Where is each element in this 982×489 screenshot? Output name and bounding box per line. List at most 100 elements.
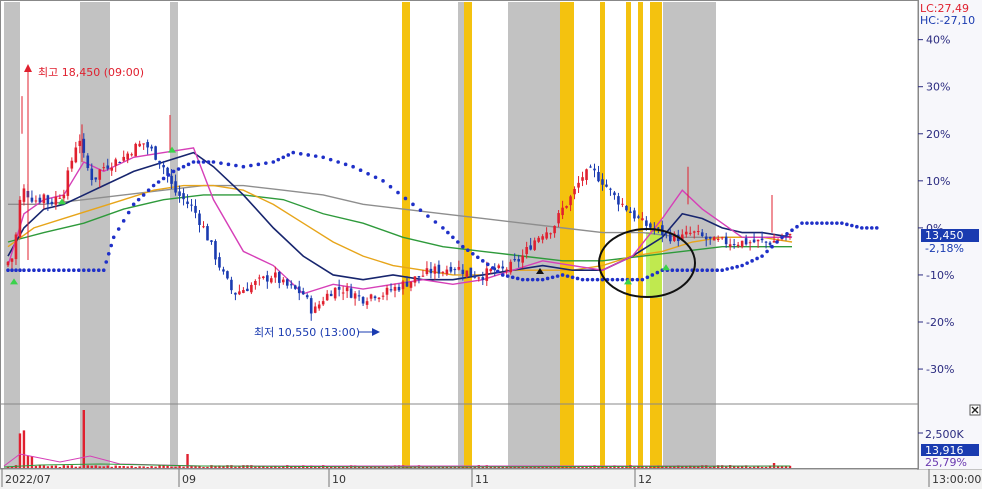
candle-body — [278, 271, 281, 283]
sar-dot — [850, 223, 854, 228]
sar-dot — [815, 221, 819, 225]
high-arrow-icon — [24, 64, 32, 72]
candle-body — [270, 278, 273, 283]
candle-body — [605, 184, 608, 187]
candle-body — [441, 271, 445, 273]
candle-body — [214, 241, 217, 260]
candle-body — [62, 194, 66, 199]
sar-dot — [645, 275, 650, 280]
candle-body — [437, 264, 441, 274]
sar-dot — [500, 273, 505, 277]
sar-dot — [286, 153, 291, 157]
sar-dot — [403, 196, 408, 201]
sar-dot — [276, 157, 281, 162]
sar-dot — [10, 268, 14, 273]
sar-dot — [196, 160, 201, 164]
volume-bar — [102, 466, 105, 468]
sar-dot — [77, 268, 81, 273]
candle-body — [341, 292, 345, 294]
sar-dot — [116, 227, 121, 231]
sar-dot — [745, 261, 749, 265]
yellow-band — [600, 2, 605, 468]
candle-body — [126, 153, 129, 160]
sar-dot — [520, 277, 525, 282]
candle-body — [138, 143, 141, 147]
volume-bar — [170, 466, 173, 468]
volume-bar — [565, 466, 568, 468]
candle-body — [581, 177, 584, 181]
volume-bar — [752, 466, 756, 468]
sar-dot — [620, 277, 625, 282]
stock-chart[interactable]: 40% 30% 20% 10% 0% -10% -20% -30% 2022/07 09 10 11… — [0, 0, 982, 489]
sar-dot — [595, 277, 600, 282]
candle-body — [525, 246, 528, 255]
candle-body — [421, 275, 425, 277]
candle-body — [708, 236, 712, 239]
sar-dot — [655, 270, 660, 275]
volume-bar — [94, 465, 97, 468]
candle-body — [202, 226, 205, 228]
volume-bar — [150, 466, 153, 468]
sar-dot — [121, 219, 126, 223]
candle-body — [509, 261, 513, 273]
sar-dot — [166, 173, 171, 177]
x-tick-label: 12 — [638, 473, 652, 486]
y-tick-label: -30% — [926, 363, 954, 376]
candle-body — [170, 175, 173, 184]
sar-dot — [206, 160, 211, 164]
sar-dot — [256, 162, 261, 167]
candle-body — [42, 194, 46, 204]
candle-body — [417, 276, 421, 278]
sar-dot — [131, 202, 136, 207]
volume-bar — [126, 466, 129, 468]
sar-dot — [461, 244, 465, 249]
close-button[interactable] — [969, 404, 981, 416]
candle-body — [162, 164, 165, 168]
volume-bar — [90, 465, 93, 468]
candle-body — [688, 232, 692, 234]
candle-body — [90, 168, 94, 181]
sar-dot — [298, 151, 303, 156]
sar-dot — [565, 274, 570, 278]
sar-dot — [845, 222, 849, 227]
sar-dot — [830, 221, 834, 225]
candle-body — [353, 293, 357, 299]
candle-body — [557, 213, 560, 224]
candle-body — [377, 297, 381, 300]
candle-body — [18, 199, 22, 237]
chart-canvas[interactable]: 40%30%20%10%0%-10%-20%-30% 2022/07 09 10 11… — [0, 0, 982, 489]
sar-dot — [18, 268, 22, 273]
volume-bar — [22, 430, 26, 468]
sar-dot — [550, 275, 555, 280]
candle-body — [118, 162, 122, 164]
sar-dot — [22, 268, 26, 273]
candle-body — [772, 240, 776, 243]
change-label: -2,18% — [925, 242, 964, 255]
candle-body — [285, 279, 289, 286]
sar-dot — [590, 277, 595, 282]
sar-dot — [241, 164, 246, 169]
candle-body — [38, 197, 42, 203]
volume-bar — [138, 466, 141, 468]
candle-body — [724, 236, 728, 245]
sar-dot — [560, 273, 565, 277]
sar-dot — [795, 224, 799, 229]
y-tick-label: 40% — [926, 34, 950, 47]
sar-dot — [800, 221, 804, 225]
price-badge-text: 13,450 — [925, 229, 964, 242]
candle-body — [573, 188, 576, 195]
candle-body — [393, 286, 397, 291]
candle-body — [301, 291, 305, 295]
candle-body — [198, 213, 201, 225]
sar-dot — [101, 268, 106, 273]
candle-body — [501, 266, 505, 269]
candle-body — [46, 195, 50, 205]
candle-body — [174, 181, 177, 193]
candle-body — [98, 169, 102, 180]
low-annotation-text: 최저 10,550 (13:00) — [254, 326, 360, 339]
volume-bar — [50, 465, 54, 468]
sar-dot — [176, 167, 181, 171]
candle-body — [210, 240, 213, 242]
candle-body — [637, 216, 640, 218]
sar-dot — [480, 259, 485, 263]
